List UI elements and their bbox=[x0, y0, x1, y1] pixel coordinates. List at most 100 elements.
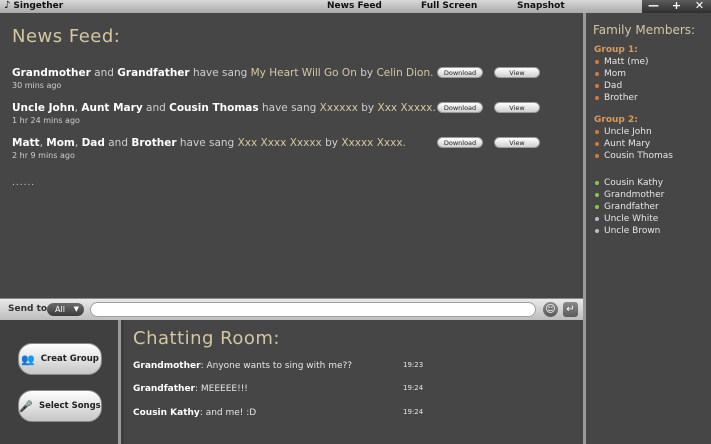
verb: have sang bbox=[261, 102, 317, 114]
chat-user[interactable]: Grandfather bbox=[133, 384, 195, 394]
song-link[interactable]: My Heart Will Go On bbox=[251, 67, 357, 79]
member-name: Mom bbox=[604, 69, 627, 79]
enter-icon[interactable]: ↵ bbox=[563, 302, 578, 317]
status-dot bbox=[595, 142, 599, 146]
recipient-selected-value: All bbox=[55, 305, 65, 314]
family-title: Family Members: bbox=[593, 23, 696, 37]
timestamp: 30 mins ago bbox=[12, 81, 62, 90]
artist-link[interactable]: Xxx Xxxxx. bbox=[378, 102, 436, 114]
member-item[interactable]: Grandmother bbox=[595, 190, 664, 200]
status-dot bbox=[595, 96, 599, 100]
artist-link[interactable]: Xxxxx Xxxx. bbox=[341, 137, 406, 149]
create-group-label: Creat Group bbox=[40, 354, 99, 364]
download-button[interactable]: Download bbox=[437, 67, 483, 78]
feed-item: Grandmother and Grandfather have sang My… bbox=[12, 67, 582, 90]
feed-item: Uncle John, Aunt Mary and Cousin Thomas … bbox=[12, 102, 582, 125]
window-controls: — + ✕ bbox=[642, 0, 711, 13]
actor[interactable]: Uncle John bbox=[12, 102, 75, 114]
more-feed-indicator[interactable]: ...... bbox=[12, 178, 35, 188]
member-item[interactable]: Uncle John bbox=[595, 127, 652, 137]
menu-snapshot[interactable]: Snapshot bbox=[517, 1, 565, 11]
download-button[interactable]: Download bbox=[437, 137, 483, 148]
member-item[interactable]: Grandfather bbox=[595, 202, 659, 212]
actor[interactable]: Dad bbox=[82, 137, 105, 149]
chat-time: 19:24 bbox=[403, 408, 424, 416]
chat-user[interactable]: Grandmother bbox=[133, 361, 201, 371]
verb: have sang bbox=[192, 67, 248, 79]
member-item[interactable]: Uncle Brown bbox=[595, 226, 660, 236]
comma: , bbox=[39, 137, 43, 149]
member-name: Aunt Mary bbox=[604, 139, 651, 149]
chat-time: 19:24 bbox=[403, 384, 424, 392]
maximize-icon[interactable]: + bbox=[665, 0, 688, 13]
offline-dot bbox=[595, 229, 599, 233]
actor[interactable]: Grandfather bbox=[117, 67, 189, 79]
chat-user[interactable]: Cousin Kathy bbox=[133, 408, 200, 418]
menu-news-feed[interactable]: News Feed bbox=[327, 1, 382, 11]
comma: , bbox=[74, 102, 79, 114]
actions-panel: 👥 Creat Group 🎤 Select Songs bbox=[0, 320, 121, 444]
actor[interactable]: Aunt Mary bbox=[81, 102, 142, 114]
offline-dot bbox=[595, 217, 599, 221]
app-title: Singether bbox=[13, 1, 64, 11]
chat-room-title: Chatting Room: bbox=[133, 328, 281, 349]
member-name: Grandmother bbox=[604, 190, 665, 200]
member-item[interactable]: Mom bbox=[595, 69, 626, 79]
artist-link[interactable]: Celin Dion. bbox=[376, 67, 433, 79]
microphone-icon: 🎤 bbox=[19, 399, 33, 413]
online-dot bbox=[595, 181, 599, 185]
member-item[interactable]: Matt (me) bbox=[595, 57, 649, 67]
member-name: Dad bbox=[604, 81, 623, 91]
song-link[interactable]: Xxx Xxxx Xxxxx bbox=[238, 137, 322, 149]
smiley-icon[interactable]: ☺ bbox=[543, 302, 558, 317]
member-item[interactable]: Cousin Kathy bbox=[595, 178, 663, 188]
view-button[interactable]: View bbox=[494, 67, 540, 78]
song-link[interactable]: Xxxxxx bbox=[320, 102, 358, 114]
minimize-icon[interactable]: — bbox=[642, 0, 665, 13]
title-bar: ♪ Singether News Feed Full Screen Snapsh… bbox=[0, 0, 711, 13]
view-button[interactable]: View bbox=[494, 102, 540, 113]
member-item[interactable]: Cousin Thomas bbox=[595, 151, 673, 161]
send-to-label: Send to bbox=[8, 304, 48, 314]
timestamp: 1 hr 24 mins ago bbox=[12, 116, 80, 125]
news-feed-title: News Feed: bbox=[12, 26, 121, 47]
member-item[interactable]: Aunt Mary bbox=[595, 139, 650, 149]
chat-time: 19:23 bbox=[403, 361, 424, 369]
chat-message: Cousin Kathy: and me! :D 19:24 bbox=[133, 408, 573, 418]
menu-full-screen[interactable]: Full Screen bbox=[421, 1, 477, 11]
chat-text: : MEEEEE!!! bbox=[195, 384, 248, 394]
actor[interactable]: Matt bbox=[12, 137, 40, 149]
download-button[interactable]: Download bbox=[437, 102, 483, 113]
message-input[interactable] bbox=[90, 302, 536, 317]
actor[interactable]: Mom bbox=[46, 137, 75, 149]
recipient-select[interactable]: All ▼ bbox=[47, 303, 84, 316]
actor[interactable]: Brother bbox=[131, 137, 176, 149]
member-item[interactable]: Dad bbox=[595, 81, 622, 91]
status-dot bbox=[595, 154, 599, 158]
news-feed-panel: News Feed: Grandmother and Grandfather h… bbox=[0, 13, 583, 298]
close-icon[interactable]: ✕ bbox=[688, 0, 711, 13]
chevron-down-icon: ▼ bbox=[73, 305, 79, 313]
by-text: by bbox=[325, 137, 338, 149]
comma: , bbox=[74, 137, 79, 149]
view-button[interactable]: View bbox=[494, 137, 540, 148]
chat-text: : Anyone wants to sing with me?? bbox=[200, 361, 353, 371]
status-dot bbox=[595, 84, 599, 88]
status-dot bbox=[595, 130, 599, 134]
app-title-group: ♪ Singether bbox=[4, 1, 64, 12]
member-name: Grandfather bbox=[604, 202, 659, 212]
select-songs-label: Select Songs bbox=[38, 401, 101, 411]
member-item[interactable]: Brother bbox=[595, 93, 638, 103]
group-2-label[interactable]: Group 2: bbox=[594, 115, 638, 125]
create-group-button[interactable]: 👥 Creat Group bbox=[18, 343, 102, 375]
group-1-label[interactable]: Group 1: bbox=[594, 45, 638, 55]
chat-text: : and me! :D bbox=[199, 408, 257, 418]
conjunction: and bbox=[108, 137, 128, 149]
member-name: Matt (me) bbox=[604, 57, 649, 67]
select-songs-button[interactable]: 🎤 Select Songs bbox=[18, 390, 102, 422]
chat-room-panel: Chatting Room: Grandmother: Anyone wants… bbox=[124, 320, 583, 444]
actor[interactable]: Grandmother bbox=[12, 67, 91, 79]
member-item[interactable]: Uncle White bbox=[595, 214, 658, 224]
status-dot bbox=[595, 60, 599, 64]
actor[interactable]: Cousin Thomas bbox=[169, 102, 259, 114]
